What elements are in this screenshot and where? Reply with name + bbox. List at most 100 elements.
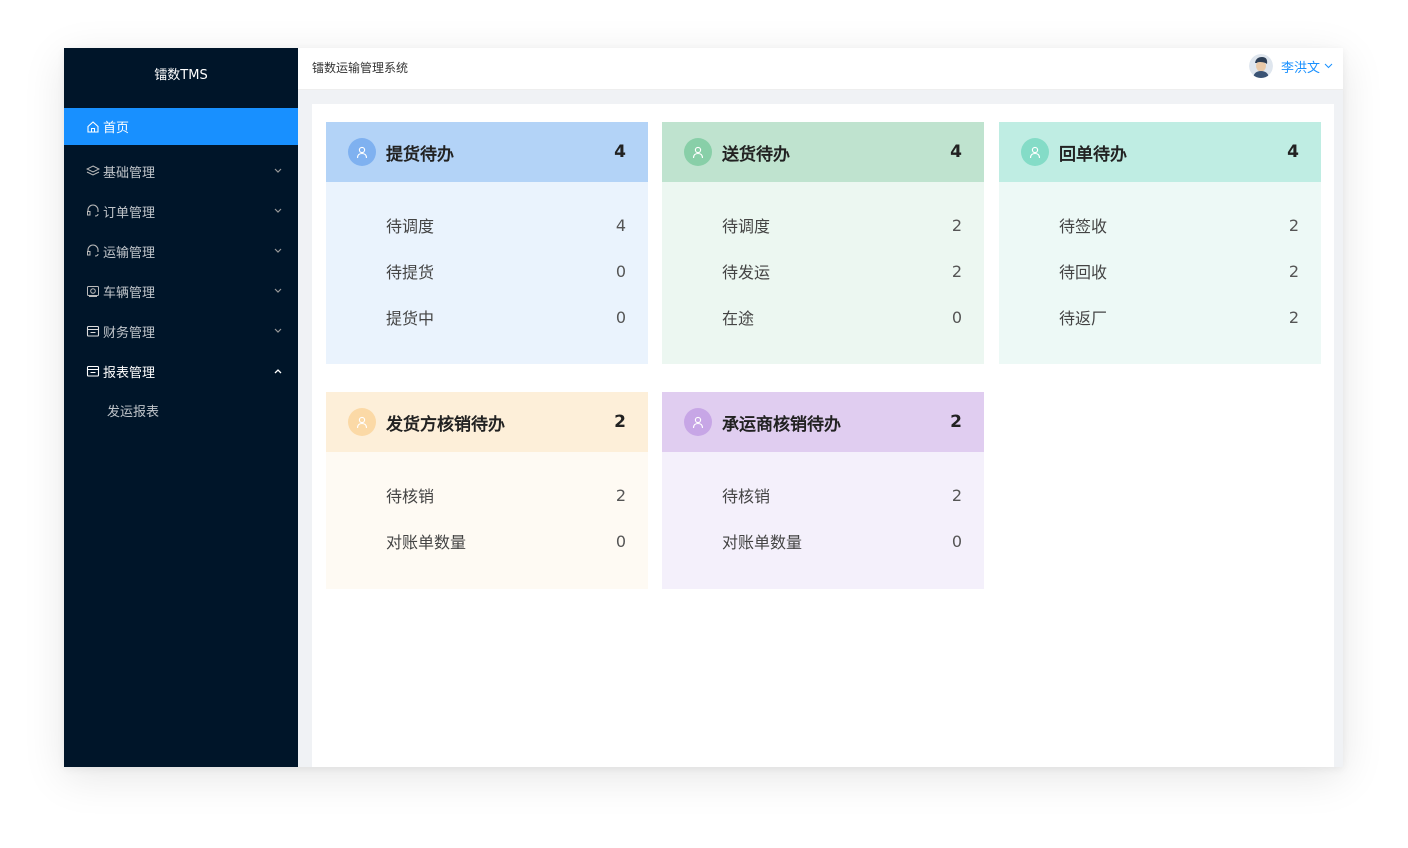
sidebar-item-label: 报表管理 [103, 365, 156, 381]
sidebar-item-label: 基础管理 [103, 165, 156, 181]
page-title: 镭数运输管理系统 [312, 61, 409, 75]
row-value: 2 [1288, 215, 1299, 235]
receipt-todo-card[interactable]: 回单待办 4 待签收 2 待回收 2 待返厂 2 [999, 122, 1321, 364]
sidebar-item-vehicles[interactable]: 车辆管理 [64, 271, 298, 311]
list-item[interactable]: 对账单数量 0 [386, 518, 626, 564]
sidebar-item-basic[interactable]: 基础管理 [64, 151, 298, 191]
delivery-todo-card[interactable]: 送货待办 4 待调度 2 待发运 2 在途 0 [662, 122, 984, 364]
card-title: 发货方核销待办 [386, 414, 505, 435]
list-item[interactable]: 待核销 2 [386, 472, 626, 518]
chevron-down-icon [274, 288, 282, 294]
card-count: 2 [950, 412, 962, 432]
wallet-icon [86, 324, 100, 338]
card-header: 发货方核销待办 2 [326, 392, 648, 452]
card-count: 4 [1287, 142, 1299, 162]
card-title: 承运商核销待办 [722, 414, 841, 435]
row-value: 2 [1288, 261, 1299, 281]
list-item[interactable]: 在途 0 [722, 294, 962, 340]
card-count: 4 [614, 142, 626, 162]
list-item[interactable]: 待回收 2 [1059, 248, 1299, 294]
list-item[interactable]: 提货中 0 [386, 294, 626, 340]
chevron-down-icon [274, 248, 282, 254]
sidebar-item-finance[interactable]: 财务管理 [64, 311, 298, 351]
list-item[interactable]: 待返厂 2 [1059, 294, 1299, 340]
user-icon [1021, 138, 1049, 166]
card-header: 承运商核销待办 2 [662, 392, 984, 452]
list-item[interactable]: 待签收 2 [1059, 202, 1299, 248]
row-value: 0 [615, 531, 626, 551]
app-window: 镭数TMS 首页 基础管理 订单管理 运输管理 车辆管理 财务管理 报表管理 发… [64, 48, 1343, 767]
sidebar-item-reports[interactable]: 报表管理 [64, 351, 298, 391]
row-label: 待发运 [722, 263, 771, 282]
wallet-icon [86, 364, 100, 378]
row-value: 2 [1288, 307, 1299, 327]
row-label: 待调度 [386, 217, 435, 236]
list-item[interactable]: 待提货 0 [386, 248, 626, 294]
sidebar-item-home[interactable]: 首页 [64, 108, 298, 145]
dashboard-panel: 提货待办 4 待调度 4 待提货 0 提货中 0 送货待办 4 待调度 2 待发运 2 在… [312, 104, 1334, 767]
row-label: 待核销 [722, 487, 771, 506]
user-icon [684, 408, 712, 436]
row-label: 待回收 [1059, 263, 1108, 282]
row-value: 0 [615, 307, 626, 327]
row-label: 对账单数量 [386, 533, 467, 552]
sidebar-item-label: 财务管理 [103, 325, 156, 341]
card-header: 提货待办 4 [326, 122, 648, 182]
chevron-up-icon [274, 368, 282, 374]
user-icon [348, 408, 376, 436]
sidebar-item-label: 车辆管理 [103, 285, 156, 301]
list-item[interactable]: 对账单数量 0 [722, 518, 962, 564]
layers-icon [86, 164, 100, 178]
user-icon [684, 138, 712, 166]
pickup-todo-card[interactable]: 提货待办 4 待调度 4 待提货 0 提货中 0 [326, 122, 648, 364]
list-item[interactable]: 待发运 2 [722, 248, 962, 294]
row-label: 待签收 [1059, 217, 1108, 236]
card-count: 2 [614, 412, 626, 432]
card-body: 待核销 2 对账单数量 0 [662, 452, 984, 564]
row-label: 提货中 [386, 309, 435, 328]
card-body: 待签收 2 待回收 2 待返厂 2 [999, 182, 1321, 340]
list-item[interactable]: 待调度 2 [722, 202, 962, 248]
home-icon [86, 120, 100, 134]
user-name: 李洪文 [1280, 60, 1320, 76]
card-title: 回单待办 [1059, 144, 1127, 165]
card-body: 待调度 4 待提货 0 提货中 0 [326, 182, 648, 340]
list-item[interactable]: 待调度 4 [386, 202, 626, 248]
row-value: 0 [951, 307, 962, 327]
sidebar-item-label: 运输管理 [103, 245, 156, 261]
headset-icon [86, 204, 100, 218]
row-value: 0 [615, 261, 626, 281]
card-header: 回单待办 4 [999, 122, 1321, 182]
avatar [1248, 54, 1281, 78]
row-value: 2 [951, 215, 962, 235]
card-header: 送货待办 4 [662, 122, 984, 182]
list-item[interactable]: 待核销 2 [722, 472, 962, 518]
app-logo: 镭数TMS [154, 68, 208, 83]
headset-icon [86, 244, 100, 258]
row-value: 0 [951, 531, 962, 551]
sidebar-item-transport[interactable]: 运输管理 [64, 231, 298, 271]
sidebar-item-orders[interactable]: 订单管理 [64, 191, 298, 231]
sidebar-item-label: 首页 [103, 121, 130, 136]
top-header: 镭数运输管理系统 李洪文 [298, 48, 1343, 90]
card-body: 待核销 2 对账单数量 0 [326, 452, 648, 564]
sidebar-item-label: 订单管理 [103, 205, 156, 221]
card-count: 4 [950, 142, 962, 162]
row-value: 4 [615, 215, 626, 235]
row-label: 待调度 [722, 217, 771, 236]
sidebar: 镭数TMS 首页 基础管理 订单管理 运输管理 车辆管理 财务管理 报表管理 发… [64, 48, 298, 767]
user-menu[interactable]: 李洪文 [1248, 54, 1333, 78]
carrier-writeoff-card[interactable]: 承运商核销待办 2 待核销 2 对账单数量 0 [662, 392, 984, 589]
row-label: 对账单数量 [722, 533, 803, 552]
submenu-item-shipping-report[interactable]: 发运报表 [64, 391, 298, 429]
card-title: 提货待办 [386, 144, 454, 165]
shipper-writeoff-card[interactable]: 发货方核销待办 2 待核销 2 对账单数量 0 [326, 392, 648, 589]
row-value: 2 [951, 485, 962, 505]
row-label: 待核销 [386, 487, 435, 506]
row-label: 在途 [722, 309, 755, 328]
row-label: 待返厂 [1059, 309, 1108, 328]
row-value: 2 [951, 261, 962, 281]
chevron-down-icon [274, 168, 282, 174]
chevron-down-icon [1324, 63, 1333, 69]
user-icon [348, 138, 376, 166]
